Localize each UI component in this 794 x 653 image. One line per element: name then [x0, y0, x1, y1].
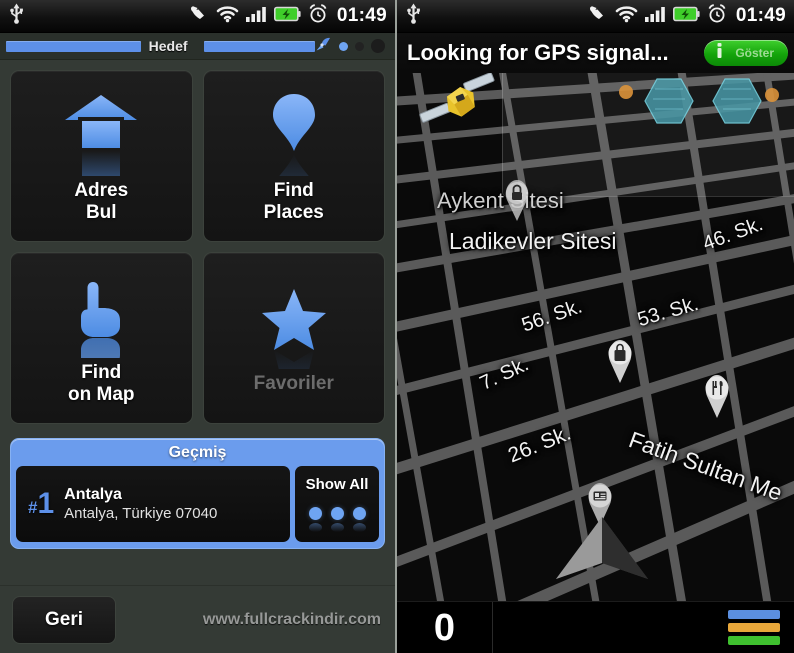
status-bar-clock: 01:49	[735, 5, 786, 26]
page-dot-1[interactable]	[339, 41, 348, 51]
progress-bar-right	[203, 40, 315, 52]
tile-label: Adres Bul	[74, 180, 129, 223]
progress-bar-left	[6, 40, 141, 52]
map-canvas[interactable]: Aykent Sitesi Ladikevler Sitesi 46. Sk. …	[397, 33, 794, 653]
history-panel: Geçmiş # 1 Antalya Antalya, Türkiye 0704…	[10, 438, 385, 549]
status-bar-clock: 01:49	[336, 5, 387, 26]
navigation-menu-panel: 01:49 Hedef Adres Bul Find Places Find o…	[0, 0, 397, 653]
history-item-name: Antalya	[64, 486, 122, 503]
tile-adres-bul[interactable]: Adres Bul	[10, 70, 193, 242]
strip-title: Hedef	[148, 38, 188, 54]
destination-progress-strip: Hedef	[0, 33, 395, 60]
cellular-signal-icon	[245, 5, 267, 27]
satellite-dish-icon	[315, 36, 332, 57]
shopping-bag-pin-icon[interactable]	[605, 338, 635, 389]
history-rank: # 1	[28, 489, 54, 519]
info-icon	[712, 42, 727, 65]
satellite-icon	[417, 68, 507, 158]
usb-icon	[8, 3, 25, 29]
navigation-arrow-icon	[552, 513, 652, 590]
watermark-text: www.fullcrackindir.com	[202, 610, 381, 628]
pointing-hand-icon	[62, 264, 140, 362]
alarm-clock-icon	[308, 4, 328, 28]
gps-status-title: Looking for GPS signal...	[407, 40, 669, 65]
gps-signal-legend	[728, 610, 780, 645]
cellular-signal-icon	[644, 5, 666, 27]
map-panel-overlay	[502, 67, 794, 197]
wifi-icon	[615, 5, 638, 28]
map-label-aykent: Aykent Sitesi	[437, 188, 564, 213]
tile-label: Find Places	[263, 180, 324, 223]
show-all-button[interactable]: Show All	[295, 466, 379, 542]
tile-label: Favoriler	[253, 373, 334, 394]
star-icon	[255, 275, 333, 373]
tile-find-places[interactable]: Find Places	[202, 70, 385, 242]
alarm-clock-icon	[707, 4, 727, 28]
map-footer-bar: 0	[397, 601, 794, 653]
tile-label: Find on Map	[68, 362, 135, 405]
map-header-bar: Looking for GPS signal... Göster	[397, 33, 794, 73]
wifi-icon	[216, 5, 239, 28]
android-status-bar-right: 01:49	[397, 0, 794, 33]
usb-icon	[405, 3, 422, 29]
phone-mute-icon	[190, 5, 209, 27]
phone-mute-icon	[589, 5, 608, 27]
menu-tile-grid: Adres Bul Find Places Find on Map Favori…	[0, 60, 395, 434]
map-label-ladikevler: Ladikevler Sitesi	[449, 228, 617, 254]
history-rank-number: 1	[37, 487, 55, 520]
screen-root: 01:49 Hedef Adres Bul Find Places Find o…	[0, 0, 794, 653]
left-footer-bar: Geri www.fullcrackindir.com	[0, 585, 395, 653]
battery-charging-icon	[672, 6, 700, 27]
goster-label: Göster	[735, 46, 774, 60]
tile-favoriler[interactable]: Favoriler	[202, 252, 385, 424]
show-all-dots-icon	[308, 507, 366, 532]
history-item-address: Antalya, Türkiye 07040	[64, 505, 218, 522]
home-icon	[62, 82, 140, 180]
page-dot-3[interactable]	[371, 39, 385, 53]
legend-bar-orange	[728, 623, 780, 632]
battery-charging-icon	[273, 6, 301, 27]
page-dot-2[interactable]	[355, 41, 364, 51]
tile-find-on-map[interactable]: Find on Map	[10, 252, 193, 424]
goster-button[interactable]: Göster	[704, 40, 788, 66]
legend-bar-blue	[728, 610, 780, 619]
history-title: Geçmiş	[168, 444, 227, 461]
android-status-bar: 01:49	[0, 0, 395, 33]
speed-value: 0	[433, 606, 456, 649]
restaurant-pin-icon[interactable]	[702, 373, 732, 424]
map-pin-icon	[255, 82, 333, 180]
show-all-label: Show All	[305, 476, 369, 493]
history-list-item[interactable]: # 1 Antalya Antalya, Türkiye 07040	[16, 466, 290, 542]
speed-indicator: 0	[397, 602, 493, 653]
legend-bar-green	[728, 636, 780, 645]
lock-pin-icon[interactable]	[502, 178, 532, 227]
map-navigation-panel: 01:49 Aykent Sitesi Ladikevler Sitesi 46…	[397, 0, 794, 653]
back-button[interactable]: Geri	[12, 595, 117, 644]
